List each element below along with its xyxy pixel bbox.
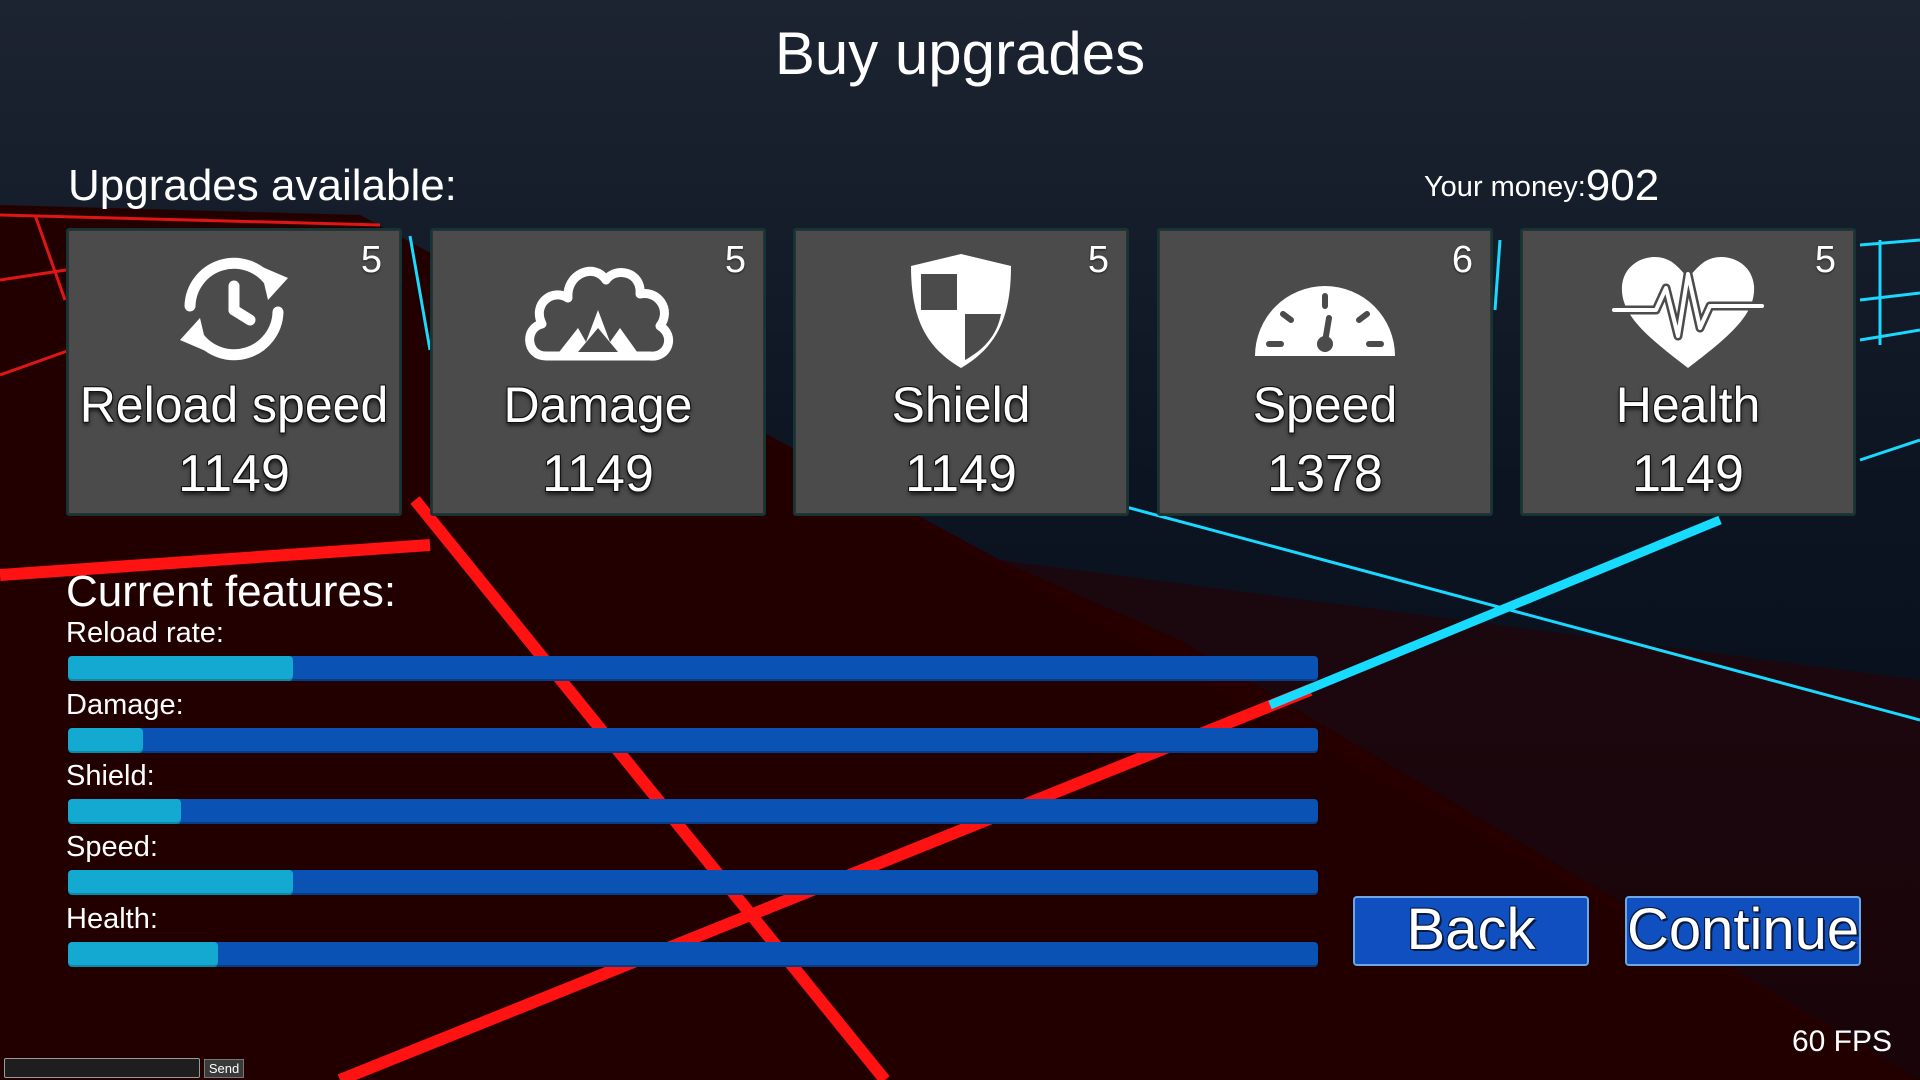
reload-clock-icon — [152, 244, 316, 374]
upgrade-name: Speed — [1252, 377, 1398, 433]
feature-label: Reload rate: — [66, 617, 224, 649]
upgrade-cards: 5 Reload speed 1149 5 Damage 1149 5 Shie… — [66, 228, 1860, 518]
shield-icon — [879, 244, 1043, 374]
upgrade-name: Damage — [503, 377, 693, 433]
upgrade-name: Health — [1615, 377, 1761, 433]
upgrade-price: 1149 — [905, 445, 1017, 503]
feature-reload-rate: Reload rate: — [66, 616, 1320, 688]
page-title: Buy upgrades — [774, 20, 1146, 87]
money-label: Your money: — [1424, 171, 1586, 203]
feature-speed: Speed: — [66, 830, 1320, 902]
back-button[interactable]: Back — [1353, 896, 1589, 966]
feature-progress-bar — [68, 870, 1318, 895]
money-value: 902 — [1585, 161, 1660, 210]
upgrade-level: 5 — [1814, 239, 1836, 281]
upgrades-available-heading: Upgrades available: — [68, 161, 457, 210]
upgrade-level: 5 — [1087, 239, 1109, 281]
chat-input[interactable] — [4, 1058, 200, 1078]
feature-shield: Shield: — [66, 759, 1320, 831]
feature-progress-fill — [68, 656, 293, 681]
speedometer-icon — [1243, 244, 1407, 374]
feature-progress-fill — [68, 799, 181, 824]
upgrade-price: 1149 — [1632, 445, 1744, 503]
continue-button[interactable]: Continue — [1625, 896, 1861, 966]
current-features-heading: Current features: — [66, 567, 397, 616]
upgrade-price: 1378 — [1267, 445, 1383, 503]
upgrade-card-health[interactable]: 5 Health 1149 — [1520, 228, 1856, 516]
upgrade-card-reload-speed[interactable]: 5 Reload speed 1149 — [66, 228, 402, 516]
explosion-icon — [516, 244, 680, 374]
fps-counter: 60 FPS — [1791, 1025, 1892, 1058]
feature-progress-bar — [68, 942, 1318, 967]
upgrade-level: 6 — [1451, 239, 1473, 281]
feature-label: Damage: — [66, 689, 184, 721]
feature-progress-fill — [68, 870, 293, 895]
money-display: Your money:902 — [1424, 164, 1659, 209]
upgrade-card-shield[interactable]: 5 Shield 1149 — [793, 228, 1129, 516]
upgrade-level: 5 — [360, 239, 382, 281]
feature-damage: Damage: — [66, 688, 1320, 760]
feature-progress-bar — [68, 656, 1318, 681]
upgrade-card-speed[interactable]: 6 Speed 1378 — [1157, 228, 1493, 516]
heart-pulse-icon — [1606, 244, 1770, 374]
feature-label: Health: — [66, 903, 158, 935]
feature-label: Shield: — [66, 760, 155, 792]
upgrade-name: Shield — [891, 377, 1031, 433]
upgrade-price: 1149 — [542, 445, 654, 503]
feature-health: Health: — [66, 902, 1320, 974]
chat-send-button[interactable]: Send — [204, 1059, 244, 1078]
feature-progress-bar — [68, 799, 1318, 824]
upgrade-card-damage[interactable]: 5 Damage 1149 — [430, 228, 766, 516]
feature-progress-fill — [68, 728, 143, 753]
feature-progress-bar — [68, 728, 1318, 753]
upgrade-level: 5 — [724, 239, 746, 281]
feature-progress-fill — [68, 942, 218, 967]
feature-label: Speed: — [66, 831, 158, 863]
upgrade-price: 1149 — [178, 445, 290, 503]
upgrade-name: Reload speed — [79, 377, 389, 433]
